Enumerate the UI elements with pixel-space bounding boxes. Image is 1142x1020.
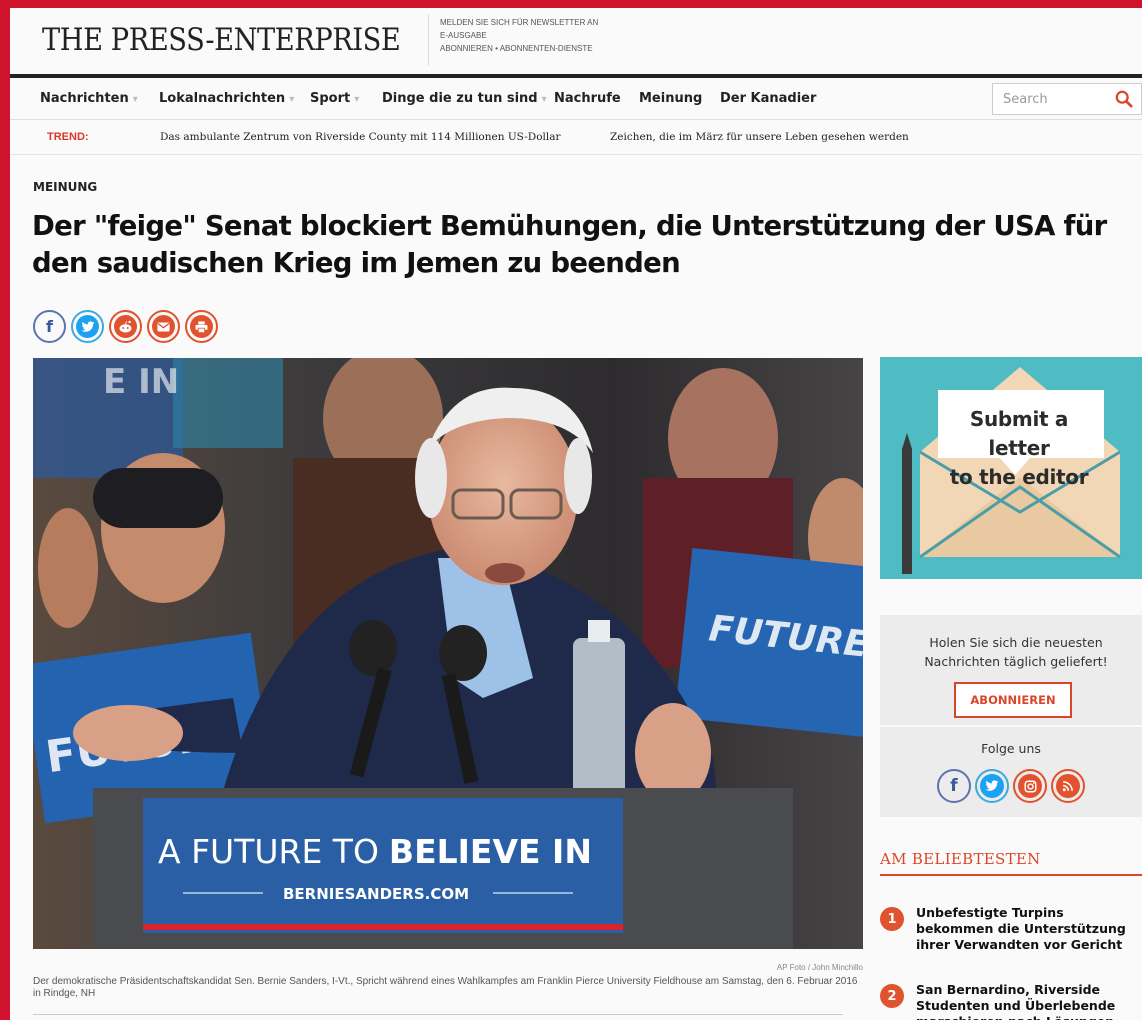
podium-text-line2: BERNIESANDERS.COM <box>283 885 469 903</box>
popular-headline: Unbefestigte Turpins bekommen die Unters… <box>916 905 1126 952</box>
photo-credit: AP Foto / John Minchillo <box>776 963 863 972</box>
follow-twitter-button[interactable] <box>975 769 1009 803</box>
nav-item-sport[interactable]: Sport ▾ <box>310 91 359 106</box>
subscribe-button[interactable]: ABONNIEREN <box>954 682 1072 718</box>
divider <box>428 14 429 66</box>
nav-item-nachrichten[interactable]: Nachrichten ▾ <box>40 91 138 106</box>
nav-item-lokalnachrichten[interactable]: Lokalnachrichten ▾ <box>159 91 294 106</box>
twitter-icon <box>980 774 1004 798</box>
share-print-button[interactable] <box>185 310 218 343</box>
popular-divider <box>880 874 1142 876</box>
article-photo: FUTURE TO BELIEVE FUTURE BELIEVE E IN <box>33 358 863 949</box>
share-bar: f <box>33 310 218 343</box>
follow-facebook-button[interactable]: f <box>937 769 971 803</box>
chevron-down-icon: ▾ <box>354 94 360 105</box>
nav-item-dinge[interactable]: Dinge die zu tun sind ▾ <box>382 91 547 106</box>
popular-headline: San Bernardino, Riverside Studenten und … <box>916 982 1116 1020</box>
share-email-button[interactable] <box>147 310 180 343</box>
sign-top-text: E IN <box>103 362 179 402</box>
newsletter-text: Holen Sie sich die neuesten Nachrichten … <box>924 635 1108 669</box>
chevron-down-icon: ▾ <box>541 94 547 105</box>
follow-instagram-button[interactable] <box>1013 769 1047 803</box>
submit-letter-text: Submit a letter to the editor <box>949 407 1089 489</box>
chevron-down-icon: ▾ <box>132 94 138 105</box>
rank-badge: 2 <box>880 984 904 1008</box>
site-logo[interactable]: THE PRESS-ENTERPRISE <box>42 22 401 58</box>
section-label[interactable]: MEINUNG <box>33 180 97 194</box>
submit-letter-ad[interactable]: Submit a letter to the editor <box>880 357 1142 579</box>
share-reddit-button[interactable] <box>109 310 142 343</box>
follow-icons: f <box>937 769 1085 803</box>
search-icon[interactable] <box>1115 90 1133 108</box>
newsletter-signup-link[interactable]: MELDEN SIE SICH FÜR NEWSLETTER AN <box>440 16 598 29</box>
share-facebook-button[interactable]: f <box>33 310 66 343</box>
article-headline: Der "feige" Senat blockiert Bemühungen, … <box>32 210 1107 279</box>
follow-title: Folge uns <box>981 741 1041 756</box>
search-box <box>992 83 1142 115</box>
reddit-icon <box>114 315 137 338</box>
trend-label: TREND: <box>47 131 89 143</box>
newsletter-box: Holen Sie sich die neuesten Nachrichten … <box>880 615 1142 725</box>
trend-link[interactable]: Das ambulante Zentrum von Riverside Coun… <box>160 131 561 143</box>
top-links: MELDEN SIE SICH FÜR NEWSLETTER AN E-AUSG… <box>440 16 598 55</box>
nav-item-nachrufe[interactable]: Nachrufe <box>554 91 621 106</box>
share-twitter-button[interactable] <box>71 310 104 343</box>
main-nav: Nachrichten ▾ Lokalnachrichten ▾ Sport ▾ Di… <box>10 78 1142 120</box>
page: THE PRESS-ENTERPRISE MELDEN SIE SICH FÜR… <box>10 8 1142 1020</box>
nav-item-der-kanadier[interactable]: Der Kanadier <box>720 91 816 106</box>
follow-rss-button[interactable] <box>1051 769 1085 803</box>
print-icon <box>190 315 213 338</box>
podium-text-line1: A FUTURE TO BELIEVE IN <box>158 832 592 871</box>
facebook-icon: f <box>950 776 958 796</box>
article-divider <box>33 1014 843 1015</box>
nav-item-meinung[interactable]: Meinung <box>639 91 702 106</box>
facebook-icon: f <box>46 317 53 336</box>
instagram-icon <box>1018 774 1042 798</box>
popular-title: AM BELIEBTESTEN <box>880 850 1041 868</box>
masthead: THE PRESS-ENTERPRISE MELDEN SIE SICH FÜR… <box>10 8 1142 74</box>
twitter-icon <box>76 315 99 338</box>
email-icon <box>152 315 175 338</box>
e-edition-link[interactable]: E-AUSGABE <box>440 29 598 42</box>
trending-bar: TREND: Das ambulante Zentrum von Riversi… <box>10 121 1142 155</box>
trend-link[interactable]: Zeichen, die im März für unsere Leben ge… <box>610 131 909 143</box>
search-input[interactable] <box>993 84 1103 114</box>
photo-caption: Der demokratische Präsidentschaftskandid… <box>33 976 858 999</box>
subscribe-link[interactable]: ABONNIEREN • ABONNENTEN-DIENSTE <box>440 42 598 55</box>
chevron-down-icon: ▾ <box>289 94 295 105</box>
follow-box: Folge uns f <box>880 727 1142 817</box>
rss-icon <box>1056 774 1080 798</box>
rank-badge: 1 <box>880 907 904 931</box>
